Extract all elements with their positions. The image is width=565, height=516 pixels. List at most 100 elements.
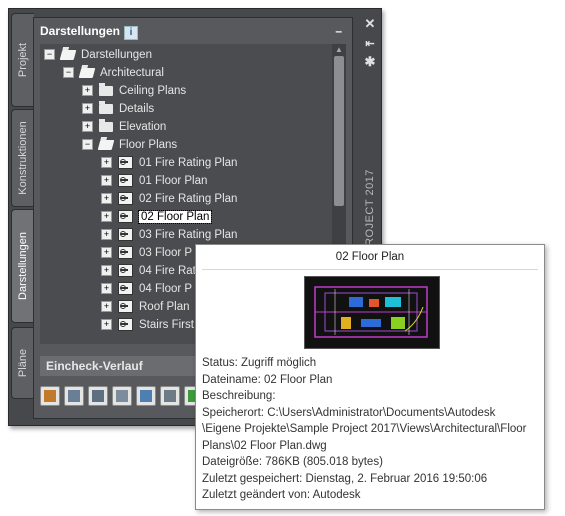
tree-row-label: 02 Floor Plan bbox=[137, 210, 213, 224]
side-tabs: Projekt Konstruktionen Darstellungen Plä… bbox=[9, 9, 34, 425]
tree-row-label: Ceiling Plans bbox=[119, 85, 187, 97]
tooltip-title: 02 Floor Plan bbox=[335, 251, 405, 263]
info-icon[interactable]: i bbox=[124, 26, 139, 40]
expand-icon[interactable]: + bbox=[101, 319, 112, 331]
view-icon bbox=[118, 210, 133, 224]
tree-row[interactable]: + Elevation bbox=[82, 118, 166, 136]
tree-row[interactable]: − Architectural bbox=[63, 64, 164, 82]
tab-projekt[interactable]: Projekt bbox=[11, 13, 34, 107]
tree-row-label: Details bbox=[119, 103, 155, 115]
new-view-icon[interactable] bbox=[40, 386, 60, 406]
folder-icon bbox=[99, 118, 113, 132]
floor-plan-drawing bbox=[314, 286, 428, 338]
tree-row[interactable]: +04 Floor P bbox=[101, 280, 192, 298]
tree-row-label: 04 Fire Rat bbox=[139, 265, 196, 277]
tree-row[interactable]: +01 Floor Plan bbox=[101, 172, 207, 190]
folder-icon bbox=[99, 82, 113, 96]
tree-row[interactable]: + Roof Plan bbox=[101, 298, 190, 316]
expand-icon[interactable]: + bbox=[101, 301, 112, 313]
tooltip-line: Plans\02 Floor Plan.dwg bbox=[202, 439, 327, 452]
tooltip-line: Status: Zugriff möglich bbox=[202, 357, 317, 369]
tree-row-label: Elevation bbox=[119, 121, 167, 133]
tree-row-label: 03 Floor P bbox=[139, 247, 193, 259]
tree-row[interactable]: − Darstellungen bbox=[44, 46, 152, 64]
expand-icon[interactable]: + bbox=[101, 247, 112, 259]
pin-icon[interactable]: ⇤ bbox=[363, 37, 377, 51]
expand-icon[interactable]: + bbox=[82, 103, 93, 115]
expand-icon[interactable]: + bbox=[101, 283, 112, 295]
scroll-thumb[interactable] bbox=[334, 56, 344, 206]
view-icon bbox=[118, 174, 133, 188]
tree-row[interactable]: +02 Floor Plan bbox=[101, 208, 213, 226]
tab-projekt-label: Projekt bbox=[17, 42, 29, 78]
view-icon bbox=[118, 318, 133, 332]
expand-icon[interactable]: + bbox=[101, 193, 112, 205]
tree-row[interactable]: +03 Floor P bbox=[101, 244, 192, 262]
close-icon[interactable]: ✕ bbox=[363, 17, 377, 31]
tab-konstruktionen[interactable]: Konstruktionen bbox=[11, 109, 34, 207]
tree-row[interactable]: + Details bbox=[82, 100, 154, 118]
tree-row-label: Stairs First bbox=[139, 319, 194, 331]
expand-icon[interactable]: + bbox=[101, 265, 112, 277]
tooltip-line: Dateiname: 02 Floor Plan bbox=[202, 373, 333, 386]
tab-darstellungen[interactable]: Darstellungen bbox=[11, 209, 34, 323]
collapse-icon[interactable]: − bbox=[63, 67, 74, 79]
tree-row[interactable]: +03 Fire Rating Plan bbox=[101, 226, 237, 244]
tree-row[interactable]: + Stairs First bbox=[101, 316, 194, 334]
expand-icon[interactable]: + bbox=[82, 85, 93, 97]
delete-icon[interactable] bbox=[112, 386, 132, 406]
expand-icon[interactable]: + bbox=[101, 229, 112, 241]
collapse-icon[interactable]: − bbox=[82, 139, 93, 151]
tree-row[interactable]: + Ceiling Plans bbox=[82, 82, 186, 100]
tooltip-line: Speicherort: C:\Users\Administrator\Docu… bbox=[202, 406, 496, 419]
tree-row-label: Architectural bbox=[100, 67, 164, 79]
settings-icon[interactable]: ✱ bbox=[363, 55, 377, 69]
tab-darstellungen-label: Darstellungen bbox=[17, 232, 29, 300]
scroll-up-icon[interactable]: ▲ bbox=[334, 45, 344, 55]
tooltip-line: Dateigröße: 786KB (805.018 bytes) bbox=[202, 456, 383, 468]
folder-icon bbox=[99, 100, 113, 114]
tree-row[interactable]: − Floor Plans bbox=[82, 136, 177, 154]
folder-open-icon bbox=[97, 139, 115, 150]
view-icon bbox=[118, 300, 133, 314]
expand-icon[interactable]: + bbox=[82, 121, 93, 133]
expand-icon[interactable]: + bbox=[101, 157, 112, 169]
tree-row-label: Roof Plan bbox=[139, 301, 190, 313]
tooltip-line: Zuletzt gespeichert: Dienstag, 2. Februa… bbox=[202, 472, 488, 485]
tooltip-details: Status: Zugriff möglich Dateiname: 02 Flo… bbox=[202, 355, 542, 504]
collapse-icon[interactable]: − bbox=[44, 49, 55, 61]
tooltip-divider bbox=[202, 269, 538, 270]
tooltip-line: Beschreibung: bbox=[202, 390, 276, 402]
new-view-link-icon[interactable] bbox=[64, 386, 84, 406]
folder-open-icon bbox=[78, 67, 96, 78]
regenerate-icon[interactable] bbox=[88, 386, 108, 406]
view-icon bbox=[118, 228, 133, 242]
tree-row-label: Darstellungen bbox=[81, 49, 152, 61]
tree-row[interactable]: +02 Fire Rating Plan bbox=[101, 190, 237, 208]
tree-row-label: Floor Plans bbox=[119, 139, 178, 151]
tab-plaene[interactable]: Pläne bbox=[11, 327, 34, 399]
tooltip-line: Zuletzt geändert von: Autodesk bbox=[202, 489, 361, 501]
tab-konstruktionen-label: Konstruktionen bbox=[17, 121, 29, 195]
view-icon bbox=[118, 282, 133, 296]
view-icon bbox=[118, 264, 133, 278]
view-icon bbox=[118, 246, 133, 260]
view-thumbnail bbox=[304, 276, 440, 349]
history-label: Eincheck-Verlauf bbox=[46, 359, 143, 373]
tree-row-label: 01 Fire Rating Plan bbox=[139, 157, 238, 169]
view-icon bbox=[118, 156, 133, 170]
view-tooltip: 02 Floor Plan Status: Zugriff möglich Dat… bbox=[195, 244, 545, 510]
folder-open-icon bbox=[59, 49, 77, 60]
tooltip-line: \Eigene Projekte\Sample Project 2017\Vie… bbox=[202, 423, 527, 435]
tree-row[interactable]: +04 Fire Rat bbox=[101, 262, 196, 280]
expand-icon[interactable]: + bbox=[101, 175, 112, 187]
tree-row[interactable]: +01 Fire Rating Plan bbox=[101, 154, 237, 172]
properties-icon[interactable] bbox=[160, 386, 180, 406]
panel-title: Darstellungen bbox=[40, 24, 121, 38]
expand-icon[interactable]: + bbox=[101, 211, 112, 223]
select-view-icon[interactable] bbox=[136, 386, 156, 406]
view-icon bbox=[118, 192, 133, 206]
tab-plaene-label: Pläne bbox=[17, 348, 29, 378]
collapse-button[interactable]: – bbox=[335, 24, 342, 38]
tree-row-label: 02 Fire Rating Plan bbox=[139, 193, 238, 205]
